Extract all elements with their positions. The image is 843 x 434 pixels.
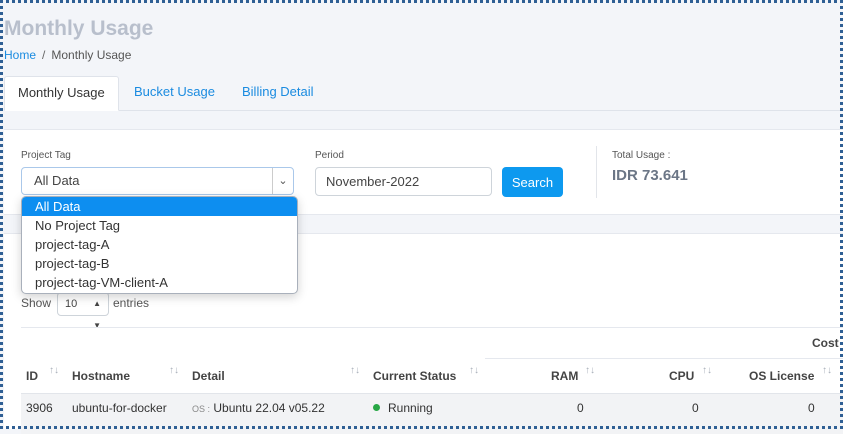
row-os-license: 0 — [808, 401, 815, 415]
breadcrumb-home-link[interactable]: Home — [4, 48, 36, 62]
cost-group-line — [485, 358, 843, 359]
column-header-cpu[interactable]: CPU — [669, 369, 694, 383]
column-header-detail[interactable]: Detail — [192, 369, 225, 383]
sort-icon[interactable]: ↑↓ — [169, 365, 179, 376]
row-ram: 0 — [577, 401, 584, 415]
page-title: Monthly Usage — [4, 17, 154, 40]
table-divider — [21, 327, 843, 328]
sort-icon[interactable]: ↑↓ — [49, 365, 59, 376]
period-input[interactable]: November-2022 — [315, 167, 492, 196]
sort-icon[interactable]: ↑↓ — [702, 365, 712, 376]
breadcrumb-current: Monthly Usage — [51, 48, 132, 62]
column-header-id[interactable]: ID — [26, 369, 38, 383]
entries-value: 10 — [65, 298, 78, 310]
column-header-current-status[interactable]: Current Status — [373, 369, 456, 383]
status-running-dot-icon — [373, 404, 380, 411]
chevron-down-icon[interactable]: ⌄ — [272, 168, 293, 194]
entries-label: entries — [113, 296, 150, 310]
project-tag-dropdown: All Data No Project Tag project-tag-A pr… — [21, 196, 298, 294]
sort-icon[interactable]: ↑↓ — [350, 365, 360, 376]
search-button[interactable]: Search — [502, 167, 563, 197]
row-hostname[interactable]: ubuntu-for-docker — [72, 401, 167, 415]
row-detail-os: Ubuntu 22.04 v05.22 — [213, 401, 325, 415]
column-header-hostname[interactable]: Hostname — [72, 369, 130, 383]
breadcrumb: Home / Monthly Usage — [4, 48, 131, 62]
period-value: November-2022 — [326, 174, 420, 189]
show-label: Show — [21, 296, 52, 310]
period-label: Period — [315, 150, 344, 161]
dropdown-option-project-tag-vm-client-a[interactable]: project-tag-VM-client-A — [22, 273, 297, 292]
tab-billing-detail[interactable]: Billing Detail — [229, 76, 327, 110]
updown-arrows-icon: ▲ ▼ — [93, 299, 101, 330]
project-tag-select[interactable]: All Data ⌄ — [21, 167, 294, 195]
entries-select[interactable]: 10 ▲ ▼ — [57, 292, 109, 330]
tab-monthly-usage[interactable]: Monthly Usage — [4, 76, 119, 111]
tab-bar: Monthly Usage Bucket Usage Billing Detai… — [4, 76, 843, 111]
row-cpu: 0 — [692, 401, 699, 415]
sort-icon[interactable]: ↑↓ — [822, 365, 832, 376]
dropdown-option-project-tag-a[interactable]: project-tag-A — [22, 235, 297, 254]
dropdown-option-project-tag-b[interactable]: project-tag-B — [22, 254, 297, 273]
row-detail-os-prefix: OS : — [192, 404, 211, 414]
sort-icon[interactable]: ↑↓ — [585, 365, 595, 376]
tab-bucket-usage[interactable]: Bucket Usage — [121, 76, 228, 110]
dropdown-option-no-project-tag[interactable]: No Project Tag — [22, 216, 297, 235]
total-divider — [596, 146, 597, 198]
total-usage-label: Total Usage : — [612, 150, 671, 161]
project-tag-selected-value: All Data — [34, 173, 80, 188]
row-id: 3906 — [26, 401, 53, 415]
column-header-ram[interactable]: RAM — [551, 369, 578, 383]
row-status: Running — [373, 401, 433, 415]
breadcrumb-separator: / — [42, 48, 46, 62]
total-usage-value: IDR 73.641 — [612, 167, 688, 184]
column-header-os-license[interactable]: OS License — [749, 369, 814, 383]
dropdown-option-all-data[interactable]: All Data — [22, 197, 297, 216]
cost-group-header: Cost — [812, 336, 839, 350]
project-tag-label: Project Tag — [21, 150, 71, 161]
sort-icon[interactable]: ↑↓ — [469, 365, 479, 376]
row-status-text: Running — [388, 401, 433, 415]
row-detail: OS : Ubuntu 22.04 v05.22 — [192, 401, 325, 415]
